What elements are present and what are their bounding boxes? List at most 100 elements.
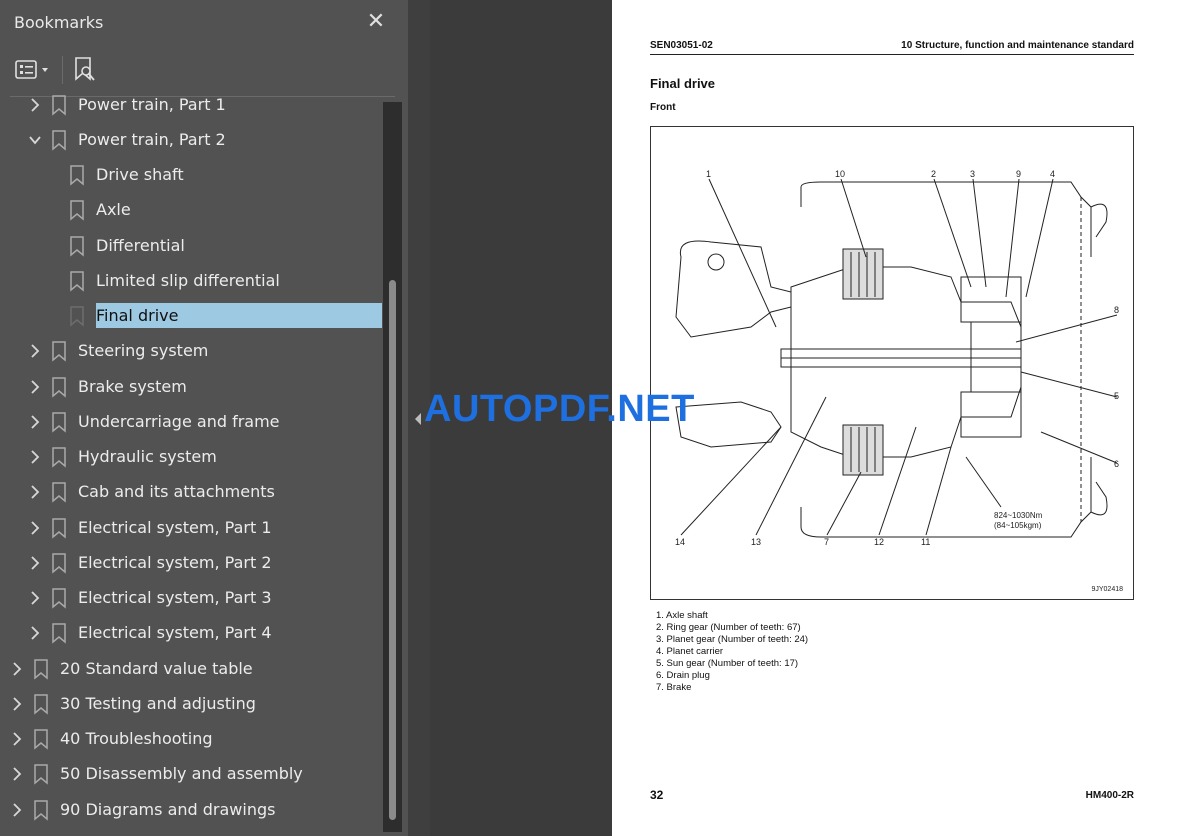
bookmark-label: 90 Diagrams and drawings — [60, 799, 276, 819]
page-subtitle: Front — [650, 102, 676, 113]
bookmark-label: Brake system — [78, 376, 187, 396]
page-number: 32 — [650, 788, 664, 802]
bookmark-item[interactable]: Final drive — [0, 299, 383, 334]
callout-3: 3 — [970, 169, 975, 179]
bookmark-icon — [52, 94, 66, 116]
parts-list: 1. Axle shaft 2. Ring gear (Number of te… — [656, 610, 808, 694]
bookmark-icon — [70, 306, 84, 327]
list-options-icon — [15, 60, 48, 79]
watermark-text: AUTOPDF.NET — [424, 388, 695, 430]
chevron-right-icon[interactable] — [28, 484, 42, 500]
bookmark-item[interactable]: 90 Diagrams and drawings — [0, 793, 383, 828]
chevron-right-icon[interactable] — [28, 555, 42, 571]
bookmark-label: Electrical system, Part 1 — [78, 517, 272, 537]
bookmark-icon — [34, 694, 48, 715]
chevron-right-icon[interactable] — [10, 731, 24, 747]
chevron-right-icon[interactable] — [28, 590, 42, 606]
header-document-code: SEN03051-02 — [650, 40, 713, 51]
callout-6: 6 — [1114, 459, 1119, 469]
bookmark-icon — [52, 553, 66, 574]
bookmark-item[interactable]: Power train, Part 1 — [0, 88, 383, 123]
chevron-right-icon[interactable] — [10, 696, 24, 712]
bookmark-icon — [52, 588, 66, 609]
callout-11: 11 — [921, 537, 930, 547]
bookmark-item[interactable]: Brake system — [0, 370, 383, 405]
chevron-right-icon[interactable] — [10, 766, 24, 782]
panel-header: Bookmarks ✕ — [0, 0, 408, 44]
chevron-right-icon[interactable] — [28, 414, 42, 430]
bookmark-label: Electrical system, Part 4 — [78, 623, 272, 643]
bookmark-icon — [34, 764, 48, 785]
bookmark-icon — [52, 376, 66, 398]
chevron-right-icon[interactable] — [28, 520, 42, 536]
chevron-right-icon[interactable] — [10, 802, 24, 818]
parts-list-item: 6. Drain plug — [656, 670, 710, 681]
bookmark-item[interactable]: 20 Standard value table — [0, 652, 383, 687]
callout-12: 12 — [874, 537, 884, 547]
chevron-right-icon[interactable] — [28, 379, 42, 395]
chevron-right-icon[interactable] — [28, 625, 42, 641]
bookmark-label: Cab and its attachments — [78, 482, 275, 502]
bookmark-item[interactable]: Limited slip differential — [0, 264, 383, 299]
page-title: Final drive — [650, 76, 716, 91]
bookmark-label: Hydraulic system — [78, 447, 217, 466]
bookmark-label: 20 Standard value table — [60, 658, 253, 678]
callout-14: 14 — [675, 537, 685, 547]
close-icon[interactable]: ✕ — [364, 10, 388, 34]
parts-list-item: 2. Ring gear (Number of teeth: 67) — [656, 622, 801, 633]
chevron-right-icon[interactable] — [28, 449, 42, 465]
bookmark-item[interactable]: Steering system — [0, 334, 383, 369]
panel-title: Bookmarks — [14, 13, 104, 32]
final-drive-diagram: 1 10 2 3 9 4 8 5 6 14 13 7 12 11 824~103… — [650, 126, 1134, 600]
bookmark-item[interactable]: Electrical system, Part 3 — [0, 581, 383, 616]
find-bookmark-button[interactable] — [72, 55, 100, 85]
bookmark-item[interactable]: Cab and its attachments — [0, 475, 383, 510]
bookmark-item[interactable]: Drive shaft — [0, 158, 383, 193]
callout-7: 7 — [824, 537, 829, 547]
bookmark-label: Limited slip differential — [96, 270, 280, 290]
collapse-panel-icon[interactable] — [412, 410, 424, 428]
bookmark-item[interactable]: Power train, Part 2 — [0, 123, 383, 158]
bookmark-item[interactable]: Electrical system, Part 4 — [0, 616, 383, 651]
chevron-right-icon[interactable] — [28, 97, 42, 113]
bookmark-item[interactable]: 30 Testing and adjusting — [0, 687, 383, 722]
scrollbar[interactable] — [383, 102, 402, 832]
callout-5: 5 — [1114, 391, 1119, 401]
header-rule — [650, 54, 1134, 55]
bookmark-icon — [52, 341, 66, 362]
bookmark-icon — [34, 658, 48, 680]
parts-list-item: 4. Planet carrier — [656, 646, 724, 657]
callout-4: 4 — [1050, 169, 1055, 179]
bookmark-icon — [34, 729, 48, 750]
callout-9: 9 — [1016, 169, 1021, 179]
bookmark-item[interactable]: Axle — [0, 193, 383, 228]
chevron-down-icon[interactable] — [28, 132, 42, 148]
bookmark-label: 40 Troubleshooting — [60, 729, 213, 748]
options-menu-button[interactable] — [14, 58, 54, 82]
bookmark-item[interactable]: Undercarriage and frame — [0, 405, 383, 440]
bookmark-icon — [52, 412, 66, 433]
bookmark-label: Differential — [96, 235, 185, 255]
bookmark-icon — [70, 271, 84, 292]
chevron-right-icon[interactable] — [10, 661, 24, 677]
header-section-title: 10 Structure, function and maintenance s… — [901, 40, 1134, 51]
bookmark-icon — [52, 623, 66, 644]
scrollbar-thumb[interactable] — [389, 280, 396, 820]
bookmark-icon — [52, 517, 66, 539]
bookmark-icon — [52, 482, 66, 503]
bookmark-item[interactable]: 50 Disassembly and assembly — [0, 757, 383, 792]
bookmark-item[interactable]: Electrical system, Part 2 — [0, 546, 383, 581]
document-page: SEN03051-02 10 Structure, function and m… — [612, 0, 1200, 836]
bookmark-label: Power train, Part 1 — [78, 94, 226, 114]
footer-model: HM400-2R — [1085, 790, 1134, 801]
chevron-right-icon[interactable] — [28, 343, 42, 359]
bookmark-item[interactable]: Hydraulic system — [0, 440, 383, 475]
parts-list-item: 5. Sun gear (Number of teeth: 17) — [656, 658, 799, 669]
bookmark-icon — [52, 447, 66, 468]
toolbar-divider — [62, 56, 63, 84]
parts-list-item: 3. Planet gear (Number of teeth: 24) — [656, 634, 809, 645]
bookmark-item[interactable]: Differential — [0, 229, 383, 264]
bookmark-item[interactable]: 40 Troubleshooting — [0, 722, 383, 757]
bookmark-label: Final drive — [96, 303, 382, 328]
bookmark-item[interactable]: Electrical system, Part 1 — [0, 511, 383, 546]
